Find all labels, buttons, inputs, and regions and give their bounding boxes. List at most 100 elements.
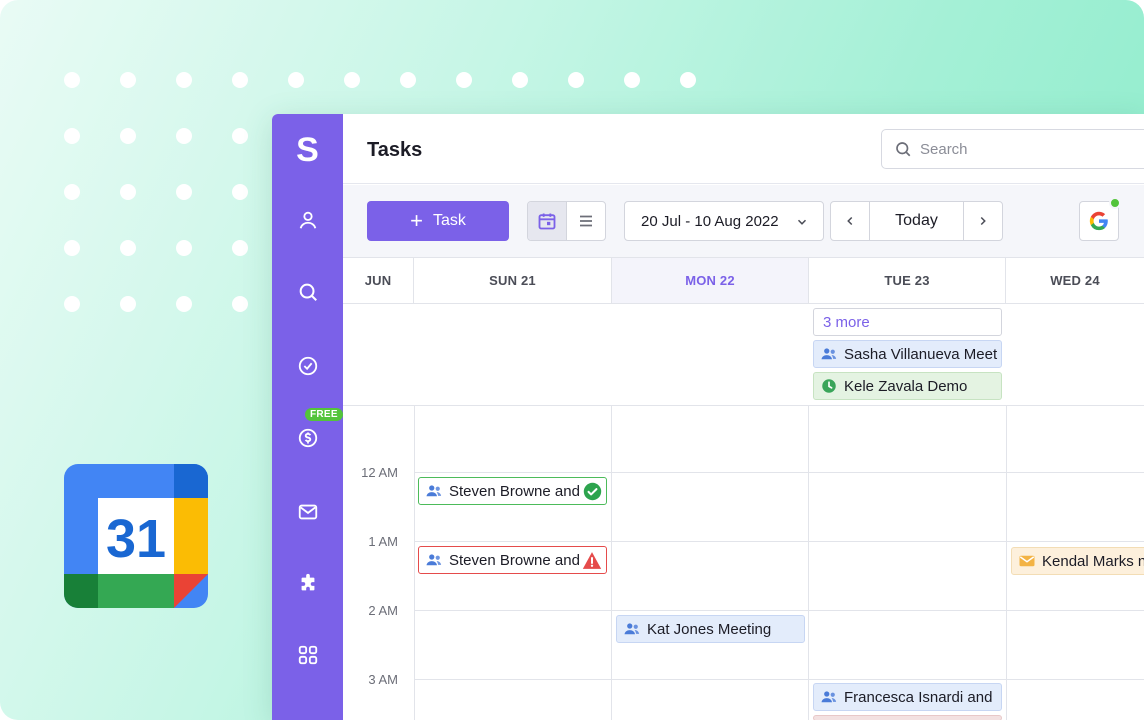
event-chip[interactable]: Kendal Marks n bbox=[1011, 547, 1144, 575]
grid-line bbox=[414, 679, 1144, 680]
people-icon bbox=[426, 554, 442, 566]
header: Tasks bbox=[343, 114, 1144, 184]
sidebar-item-search[interactable] bbox=[272, 272, 343, 312]
page-title: Tasks bbox=[367, 139, 423, 161]
decorative-dot bbox=[120, 72, 136, 88]
search-box[interactable] bbox=[881, 129, 1144, 169]
decorative-dot bbox=[120, 128, 136, 144]
date-range-value: 20 Jul - 10 Aug 2022 bbox=[641, 212, 779, 230]
view-toggle bbox=[527, 201, 606, 241]
decorative-dot bbox=[176, 184, 192, 200]
event-chip[interactable]: Steven Browne and bbox=[418, 477, 607, 505]
decorative-dot bbox=[232, 184, 248, 200]
decorative-dot bbox=[568, 72, 584, 88]
event-chip[interactable]: Steven Browne and bbox=[418, 546, 607, 574]
check-circle-icon bbox=[583, 482, 602, 501]
event-title: Francesca Isnardi and bbox=[844, 688, 993, 706]
sidebar-item-mail[interactable] bbox=[272, 492, 343, 532]
time-label: 1 AM bbox=[368, 534, 398, 549]
calendar-icon bbox=[538, 213, 556, 230]
grid-line bbox=[414, 406, 415, 720]
sidebar-item-integrations[interactable] bbox=[272, 564, 343, 604]
event-title: Kele Zavala Demo bbox=[844, 377, 968, 395]
google-sync-button[interactable] bbox=[1079, 197, 1121, 241]
decorative-dot bbox=[120, 184, 136, 200]
decorative-dot bbox=[232, 240, 248, 256]
day-header[interactable]: WED 24 bbox=[1006, 258, 1144, 304]
time-label: 2 AM bbox=[368, 603, 398, 618]
decorative-dot bbox=[120, 296, 136, 312]
add-task-button[interactable]: + Task bbox=[367, 201, 509, 241]
user-icon bbox=[299, 211, 316, 229]
decorative-dot bbox=[176, 72, 192, 88]
sidebar-item-tasks[interactable] bbox=[272, 346, 343, 386]
puzzle-icon bbox=[301, 573, 314, 591]
list-view-button[interactable] bbox=[567, 202, 606, 240]
google-icon bbox=[1089, 211, 1108, 231]
search-icon bbox=[299, 283, 317, 301]
plus-icon: + bbox=[410, 208, 423, 233]
decorative-dot bbox=[680, 72, 696, 88]
logo-letter: S bbox=[296, 130, 319, 169]
decorative-dot bbox=[64, 184, 80, 200]
decorative-dot bbox=[232, 296, 248, 312]
decorative-dot bbox=[176, 128, 192, 144]
people-icon bbox=[426, 485, 442, 497]
event-chip[interactable]: Sasha Villanueva Meet bbox=[813, 340, 1002, 368]
event-chip[interactable]: Francesca Isnardi and bbox=[813, 683, 1002, 711]
event-chip[interactable]: Kat Jones Meeting bbox=[616, 615, 805, 643]
event-title: Sasha Villanueva Meet bbox=[844, 345, 998, 363]
day-header-today[interactable]: MON 22 bbox=[612, 258, 809, 304]
event-title: Steven Browne and bbox=[449, 482, 580, 500]
mail-icon bbox=[298, 504, 317, 520]
chevron-left-icon bbox=[847, 216, 853, 226]
decorative-dot bbox=[512, 72, 528, 88]
decorative-dot bbox=[400, 72, 416, 88]
event-chip[interactable]: Kele Zavala Demo bbox=[813, 372, 1002, 400]
apps-grid-icon bbox=[298, 645, 317, 665]
more-events-link[interactable]: 3 more bbox=[813, 308, 1002, 336]
warning-icon bbox=[582, 552, 602, 569]
main-panel: Tasks + Task 20 Jul - 10 Aug 2022 bbox=[343, 114, 1144, 720]
event-chip-partial[interactable] bbox=[813, 715, 1002, 720]
next-button[interactable] bbox=[963, 202, 1002, 240]
toolbar: + Task 20 Jul - 10 Aug 2022 Today bbox=[343, 185, 1144, 258]
connected-status-dot bbox=[1109, 197, 1121, 209]
more-events-label: 3 more bbox=[823, 313, 870, 331]
chevron-right-icon bbox=[980, 216, 986, 226]
search-icon bbox=[896, 142, 911, 157]
app-logo[interactable]: S bbox=[272, 130, 343, 170]
grid-line bbox=[808, 406, 809, 720]
time-label: 3 AM bbox=[368, 672, 398, 687]
dollar-icon bbox=[298, 428, 317, 448]
decorative-dot bbox=[120, 240, 136, 256]
calendar-view-button[interactable] bbox=[528, 202, 567, 240]
people-icon bbox=[821, 348, 837, 360]
event-title: Kat Jones Meeting bbox=[647, 620, 772, 638]
sidebar-item-billing[interactable] bbox=[272, 418, 343, 458]
today-button[interactable]: Today bbox=[870, 202, 963, 240]
decorative-dot bbox=[232, 72, 248, 88]
date-range-select[interactable]: 20 Jul - 10 Aug 2022 bbox=[624, 201, 824, 241]
calendar-logo-number: 31 bbox=[106, 509, 166, 569]
people-icon bbox=[821, 691, 837, 703]
decorative-dot bbox=[64, 240, 80, 256]
day-header[interactable]: SUN 21 bbox=[414, 258, 612, 304]
day-header[interactable]: TUE 23 bbox=[809, 258, 1006, 304]
add-task-label: Task bbox=[432, 212, 466, 229]
chevron-down-icon bbox=[797, 219, 807, 225]
decorative-dot bbox=[288, 72, 304, 88]
envelope-icon bbox=[1019, 555, 1035, 567]
calendar-grid: JUN SUN 21 MON 22 TUE 23 WED 24 12 AM 1 … bbox=[343, 258, 1144, 720]
search-input[interactable] bbox=[920, 140, 1120, 158]
time-label: 12 AM bbox=[361, 465, 398, 480]
people-icon bbox=[624, 623, 640, 635]
event-title: Kendal Marks n bbox=[1042, 552, 1144, 570]
all-day-row bbox=[343, 304, 1144, 406]
previous-button[interactable] bbox=[831, 202, 870, 240]
sidebar-item-apps[interactable] bbox=[272, 635, 343, 675]
sidebar-item-contacts[interactable] bbox=[272, 200, 343, 240]
grid-line bbox=[414, 541, 1144, 542]
clock-icon bbox=[822, 379, 836, 393]
grid-line bbox=[611, 406, 612, 720]
